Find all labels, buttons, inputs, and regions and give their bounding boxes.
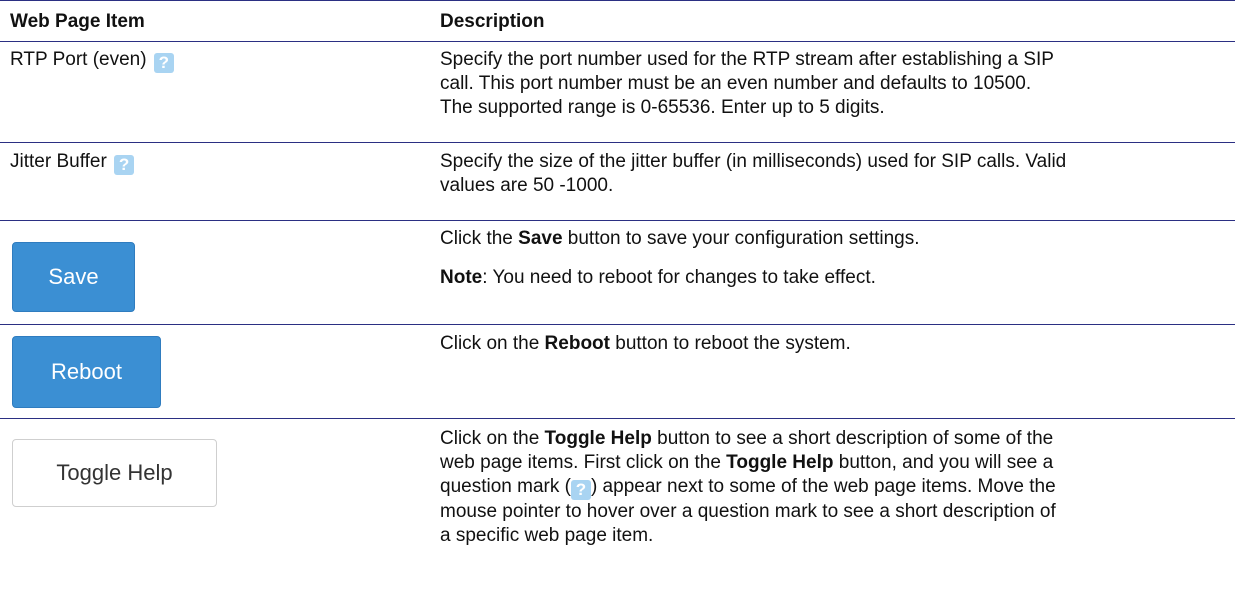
- question-mark-icon[interactable]: ?: [114, 155, 135, 175]
- note-line: Note: You need to reboot for changes to …: [440, 267, 876, 288]
- item-cell: Jitter Buffer ?: [10, 150, 135, 175]
- description-line: web page items. First click on the Toggl…: [440, 452, 1054, 473]
- question-mark-icon: ?: [570, 480, 591, 500]
- column-header-description: Description: [440, 11, 545, 32]
- item-label: RTP Port (even): [10, 49, 147, 70]
- description-cell: Click the Save button to save your confi…: [440, 227, 1230, 290]
- item-label: Jitter Buffer: [10, 151, 107, 172]
- description-cell: Specify the size of the jitter buffer (i…: [440, 150, 1230, 198]
- description-line: Specify the port number used for the RTP…: [440, 49, 1054, 70]
- save-button[interactable]: Save: [12, 242, 135, 312]
- description-line: question mark (?) appear next to some of…: [440, 476, 1056, 500]
- reboot-button[interactable]: Reboot: [12, 336, 161, 408]
- table-row: Jitter Buffer ? Specify the size of the …: [0, 143, 1235, 221]
- description-line: values are 50 -1000.: [440, 175, 614, 196]
- settings-reference-table: Web Page Item Description RTP Port (even…: [0, 0, 1235, 609]
- toggle-help-button[interactable]: Toggle Help: [12, 439, 217, 507]
- description-line: Click the Save button to save your confi…: [440, 228, 920, 249]
- table-row: Toggle Help Click on the Toggle Help but…: [0, 419, 1235, 609]
- description-line: a specific web page item.: [440, 525, 654, 546]
- table-row: Reboot Click on the Reboot button to reb…: [0, 325, 1235, 419]
- table-header-row: Web Page Item Description: [0, 0, 1235, 42]
- description-cell: Specify the port number used for the RTP…: [440, 48, 1230, 120]
- question-mark-icon[interactable]: ?: [153, 53, 174, 73]
- description-line: Specify the size of the jitter buffer (i…: [440, 151, 1067, 172]
- description-cell: Click on the Reboot button to reboot the…: [440, 332, 1230, 356]
- table-row: RTP Port (even) ? Specify the port numbe…: [0, 42, 1235, 143]
- description-cell: Click on the Toggle Help button to see a…: [440, 427, 1230, 548]
- description-line: The supported range is 0-65536. Enter up…: [440, 97, 885, 118]
- table-row: Save Click the Save button to save your …: [0, 221, 1235, 325]
- description-line: Click on the Reboot button to reboot the…: [440, 333, 851, 354]
- description-line: Click on the Toggle Help button to see a…: [440, 428, 1054, 449]
- description-line: call. This port number must be an even n…: [440, 73, 1032, 94]
- item-cell: RTP Port (even) ?: [10, 48, 174, 73]
- description-line: mouse pointer to hover over a question m…: [440, 501, 1056, 522]
- column-header-item: Web Page Item: [10, 11, 145, 32]
